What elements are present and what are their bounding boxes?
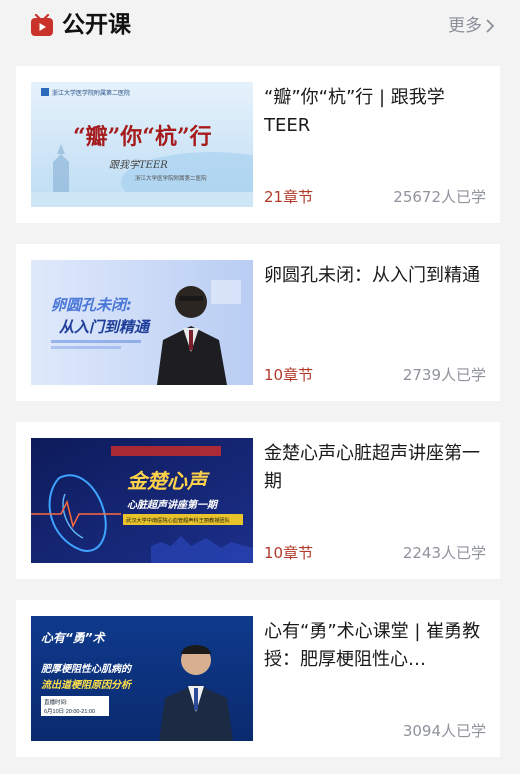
chapter-count: 10章节 — [264, 544, 314, 562]
thumb-main-text: “瓣”你“杭”行 — [73, 124, 212, 150]
chapter-count: 10章节 — [264, 366, 314, 384]
thumb-main-text: 金楚心声 — [127, 469, 210, 493]
course-card[interactable]: 心有“勇”术 肥厚梗阻性心肌病的 流出道梗阻原因分析 直播时间: 6月10日 2… — [16, 600, 500, 757]
thumb-line1: 肥厚梗阻性心肌病的 — [40, 663, 133, 675]
section-header: 公开课 更多 — [0, 0, 520, 54]
course-thumbnail[interactable]: 心有“勇”术 肥厚梗阻性心肌病的 流出道梗阻原因分析 直播时间: 6月10日 2… — [31, 616, 253, 741]
course-title[interactable]: 心有“勇”术心课堂 | 崔勇教授：肥厚梗阻性心… — [264, 618, 484, 674]
thumb-line2: 流出道梗阻原因分析 — [41, 679, 133, 691]
thumb-sub-text: 心脏超声讲座第一期 — [127, 499, 219, 511]
course-card[interactable]: 金楚心声 心脏超声讲座第一期 武汉大学中南医院心血管超声科王丽教授团队 金楚心声… — [16, 422, 500, 579]
learner-count: 25672人已学 — [393, 188, 486, 206]
course-thumbnail[interactable]: 金楚心声 心脏超声讲座第一期 武汉大学中南医院心血管超声科王丽教授团队 — [31, 438, 253, 563]
chevron-right-icon[interactable] — [484, 16, 496, 36]
thumb-time-label: 直播时间: — [44, 698, 68, 706]
thumb-foot-text: 浙江大学医学院附属第二医院 — [135, 174, 207, 182]
thumb-line2: 从入门到精通 — [59, 318, 152, 336]
learner-count: 3094人已学 — [402, 722, 486, 740]
learner-count: 2739人已学 — [402, 366, 486, 384]
course-card[interactable]: 浙江大学医学院附属第二医院 “瓣”你“杭”行 跟我学TEER 浙江大学医学院附属… — [16, 66, 500, 223]
more-link[interactable]: 更多 — [448, 14, 482, 38]
thumb-band-text: 武汉大学中南医院心血管超声科王丽教授团队 — [126, 516, 231, 524]
course-title[interactable]: “瓣”你“杭”行 | 跟我学TEER — [264, 84, 484, 140]
course-card[interactable]: 卵圆孔未闭: 从入门到精通 卵圆孔未闭：从入门到精通 10章节 2739人已学 — [16, 244, 500, 401]
chapter-count: 21章节 — [264, 188, 314, 206]
course-title[interactable]: 卵圆孔未闭：从入门到精通 — [264, 262, 484, 290]
course-title[interactable]: 金楚心声心脏超声讲座第一期 — [264, 440, 484, 496]
course-thumbnail[interactable]: 卵圆孔未闭: 从入门到精通 — [31, 260, 253, 385]
course-thumbnail[interactable]: 浙江大学医学院附属第二医院 “瓣”你“杭”行 跟我学TEER 浙江大学医学院附属… — [31, 82, 253, 207]
thumb-time-value: 6月10日 20:00-21:00 — [44, 708, 95, 715]
thumb-sub-text: 跟我学TEER — [109, 159, 168, 171]
thumb-brand: 心有“勇”术 — [41, 631, 106, 645]
hospital-logo-text: 浙江大学医学院附属第二医院 — [52, 89, 130, 97]
section-title: 公开课 — [62, 12, 131, 38]
thumb-line1: 卵圆孔未闭: — [51, 296, 132, 314]
video-play-icon — [31, 14, 53, 36]
learner-count: 2243人已学 — [402, 544, 486, 562]
